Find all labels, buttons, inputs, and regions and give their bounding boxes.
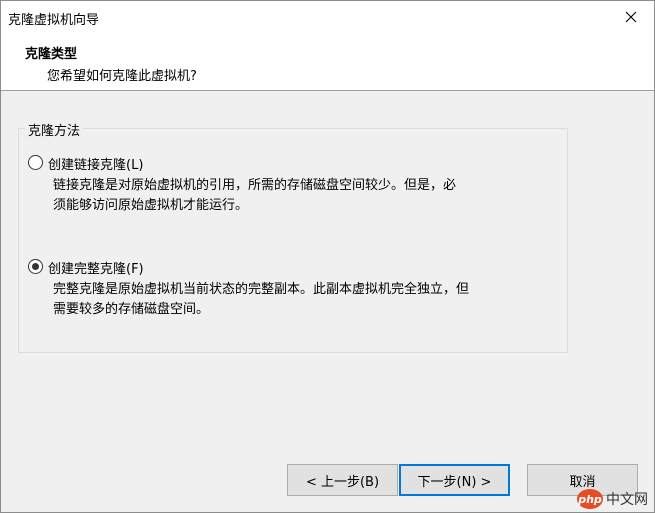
close-button[interactable] <box>608 1 654 33</box>
full-clone-radio[interactable] <box>28 259 43 274</box>
watermark-logo: php <box>577 489 603 509</box>
back-button[interactable]: < 上一步(B) <box>287 464 398 496</box>
linked-clone-radio[interactable] <box>28 155 43 170</box>
linked-clone-description: 链接克隆是对原始虚拟机的引用，所需的存储磁盘空间较少。但是，必 须能够访问原始虚… <box>53 176 533 216</box>
full-clone-description: 完整克隆是原始虚拟机当前状态的完整副本。此副本虚拟机完全独立，但 需要较多的存储… <box>53 280 533 320</box>
clone-method-group: 克隆方法 创建链接克隆(L) 链接克隆是对原始虚拟机的引用，所需的存储磁盘空间较… <box>18 120 568 353</box>
full-clone-label[interactable]: 创建完整克隆(F) <box>48 258 144 277</box>
full-clone-desc-line1: 完整克隆是原始虚拟机当前状态的完整副本。此副本虚拟机完全独立，但 <box>53 282 470 297</box>
page-title: 克隆类型 <box>25 47 78 62</box>
window-title: 克隆虚拟机向导 <box>8 13 100 28</box>
watermark-text: 中文网 <box>606 492 648 508</box>
title-bar: 克隆虚拟机向导 <box>1 1 654 33</box>
linked-clone-label[interactable]: 创建链接克隆(L) <box>48 154 143 173</box>
close-icon <box>625 11 637 23</box>
page-subtitle: 您希望如何克隆此虚拟机? <box>47 69 197 84</box>
wizard-header: 克隆类型 您希望如何克隆此虚拟机? <box>1 33 654 91</box>
full-clone-desc-line2: 需要较多的存储磁盘空间。 <box>53 302 210 317</box>
linked-clone-desc-line1: 链接克隆是对原始虚拟机的引用，所需的存储磁盘空间较少。但是，必 <box>53 178 457 193</box>
group-legend: 克隆方法 <box>25 120 84 139</box>
watermark: php 中文网 <box>577 489 648 509</box>
next-button[interactable]: 下一步(N) > <box>399 464 510 496</box>
linked-clone-desc-line2: 须能够访问原始虚拟机才能运行。 <box>53 198 249 213</box>
clone-wizard-window: 克隆虚拟机向导 克隆类型 您希望如何克隆此虚拟机? 克隆方法 创建链接克隆(L)… <box>0 0 655 513</box>
